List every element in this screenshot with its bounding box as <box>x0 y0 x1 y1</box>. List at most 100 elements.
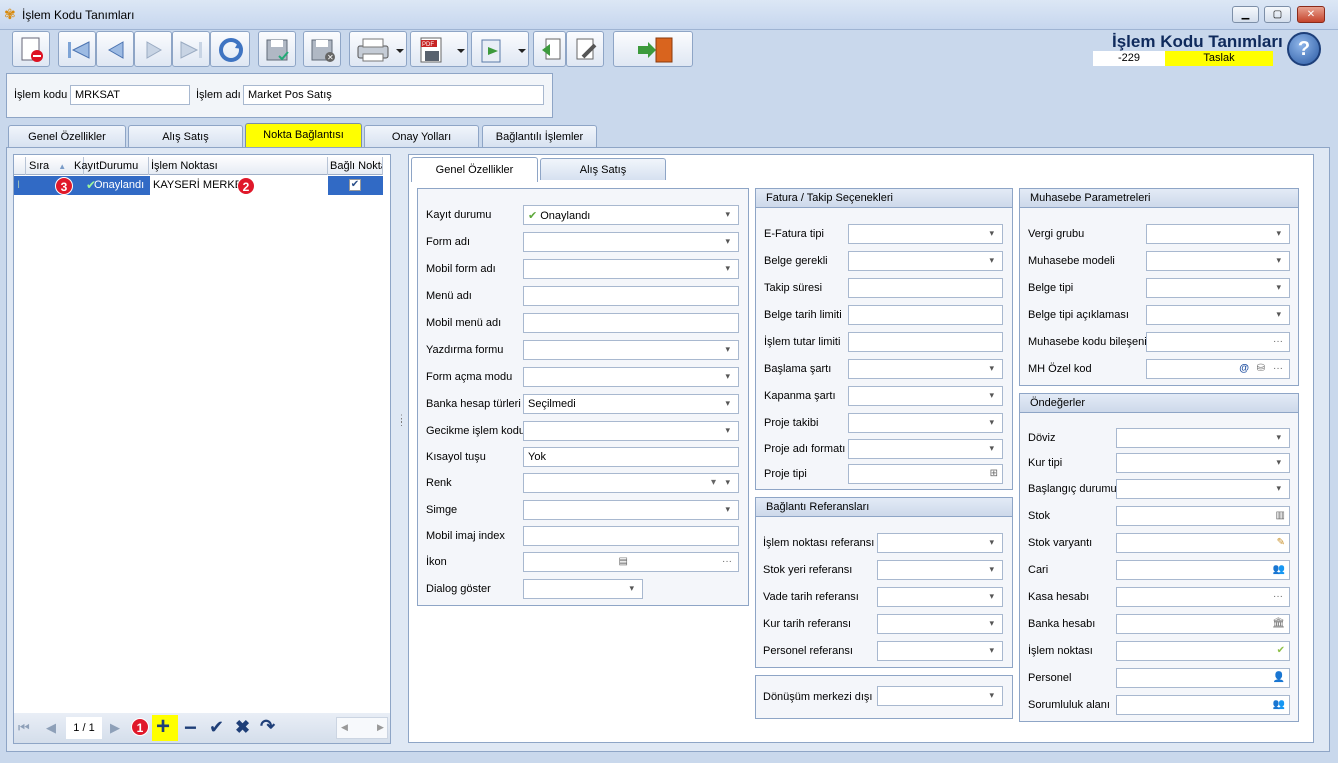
invoice-7-field[interactable] <box>848 413 1003 433</box>
maximize-button[interactable]: ▢ <box>1264 6 1291 23</box>
default-2-field[interactable] <box>1116 479 1290 499</box>
bank-account-types-field[interactable]: Seçilmedi <box>523 394 739 414</box>
tab-general[interactable]: Genel Özellikler <box>8 125 126 148</box>
invoice-2-field[interactable] <box>848 278 1003 298</box>
minimize-button[interactable]: ▁ <box>1232 6 1259 23</box>
accounting-0-field[interactable] <box>1146 224 1290 244</box>
linked-checkbox[interactable]: ✔ <box>349 179 361 191</box>
scroll-right-icon[interactable]: ▶ <box>377 722 384 733</box>
close-button[interactable]: ✕ <box>1297 6 1325 23</box>
ellipsis-icon[interactable]: ··· <box>1273 363 1283 374</box>
cancel-icon[interactable]: ✖ <box>235 717 250 738</box>
first-record-button[interactable] <box>58 31 96 67</box>
print-form-field[interactable] <box>523 340 739 360</box>
delay-operation-code-field[interactable] <box>523 421 739 441</box>
default-4-field[interactable]: ✎ <box>1116 533 1290 553</box>
import-button[interactable] <box>533 31 566 67</box>
barcode-icon[interactable]: ▥ <box>1276 510 1285 521</box>
ellipsis-icon[interactable]: ··· <box>722 556 732 567</box>
export-button[interactable] <box>471 31 529 67</box>
default-7-field[interactable]: 🏛 <box>1116 614 1290 634</box>
link-ref-4-field[interactable] <box>877 641 1003 661</box>
name-input[interactable]: Market Pos Satış <box>243 85 544 105</box>
pdf-export-button[interactable]: PDF <box>410 31 468 67</box>
form-name-field[interactable] <box>523 232 739 252</box>
default-1-field[interactable] <box>1116 453 1290 473</box>
default-5-field[interactable]: 👥 <box>1116 560 1290 580</box>
link-ref-0-field[interactable] <box>877 533 1003 553</box>
mobile-form-name-field[interactable] <box>523 259 739 279</box>
default-8-field[interactable]: ✔ <box>1116 641 1290 661</box>
default-0-field[interactable] <box>1116 428 1290 448</box>
shortcut-key-field[interactable]: Yok <box>523 447 739 467</box>
invoice-1-field[interactable] <box>848 251 1003 271</box>
default-6-field[interactable]: ··· <box>1116 587 1290 607</box>
color-field[interactable]: ▾ <box>523 473 739 493</box>
remove-record-icon[interactable]: − <box>184 715 197 741</box>
accounting-3-field[interactable] <box>1146 305 1290 325</box>
tab-linked-operations[interactable]: Bağlantılı İşlemler <box>482 125 597 148</box>
inner-tab-general[interactable]: Genel Özellikler <box>411 157 538 182</box>
save-button[interactable] <box>258 31 296 67</box>
person-icon[interactable]: 👤 <box>1273 672 1285 683</box>
last-record-button[interactable] <box>172 31 210 67</box>
column-bagli-nokta[interactable]: Bağlı Nokta <box>327 157 383 175</box>
menu-name-field[interactable] <box>523 286 739 306</box>
people-icon[interactable]: 👥 <box>1273 699 1285 710</box>
print-button[interactable] <box>349 31 407 67</box>
invoice-4-field[interactable] <box>848 332 1003 352</box>
code-input[interactable]: MRKSAT <box>70 85 190 105</box>
tab-purchase-sales[interactable]: Alış Satış <box>128 125 243 148</box>
variant-icon[interactable]: ✎ <box>1277 537 1285 548</box>
default-3-field[interactable]: ▥ <box>1116 506 1290 526</box>
chevron-down-icon[interactable]: ▾ <box>711 477 716 488</box>
icon-field[interactable]: ··· ▤ <box>523 552 739 572</box>
at-sign-icon[interactable]: @ <box>1239 363 1249 374</box>
mobile-image-index-field[interactable] <box>523 526 739 546</box>
bank-icon[interactable]: 🏛 <box>1272 618 1285 629</box>
database-icon[interactable]: ⛁ <box>1257 363 1265 374</box>
accounting-2-field[interactable] <box>1146 278 1290 298</box>
invoice-5-field[interactable] <box>848 359 1003 379</box>
accounting-5-field[interactable]: ··· @ ⛁ <box>1146 359 1290 379</box>
default-10-field[interactable]: 👥 <box>1116 695 1290 715</box>
ellipsis-icon[interactable]: ··· <box>1273 336 1283 347</box>
confirm-icon[interactable]: ✔ <box>209 717 224 738</box>
invoice-0-field[interactable] <box>848 224 1003 244</box>
tab-approval-paths[interactable]: Onay Yolları <box>364 125 479 148</box>
invoice-9-field[interactable]: ⊞ <box>848 464 1003 484</box>
inner-tab-purchase-sales[interactable]: Alış Satış <box>540 158 666 180</box>
ellipsis-icon[interactable]: ··· <box>1273 591 1283 602</box>
panel-splitter[interactable]: ⋮ ⋮ <box>396 154 406 744</box>
delete-record-button[interactable] <box>12 31 50 67</box>
default-9-field[interactable]: 👤 <box>1116 668 1290 688</box>
add-record-button[interactable]: + <box>152 713 178 741</box>
save-and-close-button[interactable]: ✕ <box>303 31 341 67</box>
accounting-1-field[interactable] <box>1146 251 1290 271</box>
conversion-select[interactable] <box>877 686 1003 706</box>
invoice-3-field[interactable] <box>848 305 1003 325</box>
redo-icon[interactable]: ↷ <box>260 716 275 737</box>
accounting-4-field[interactable]: ··· <box>1146 332 1290 352</box>
link-ref-3-field[interactable] <box>877 614 1003 634</box>
next-record-button[interactable] <box>134 31 172 67</box>
tab-point-link[interactable]: Nokta Bağlantısı <box>245 123 362 148</box>
people-icon[interactable]: 👥 <box>1273 564 1285 575</box>
mobile-menu-name-field[interactable] <box>523 313 739 333</box>
invoice-8-field[interactable] <box>848 439 1003 459</box>
nav-first-icon[interactable]: ⏮ <box>18 720 30 736</box>
nav-previous-icon[interactable]: ◀ <box>46 720 56 736</box>
horizontal-scrollbar[interactable]: ◀ ▶ <box>336 717 388 739</box>
check-icon[interactable]: ✔ <box>1277 645 1285 656</box>
refresh-button[interactable] <box>210 31 250 67</box>
tree-select-icon[interactable]: ⊞ <box>990 468 998 479</box>
column-islem-noktasi[interactable]: İşlem Noktası <box>148 157 328 175</box>
nav-next-icon[interactable]: ▶ <box>110 720 120 736</box>
link-ref-1-field[interactable] <box>877 560 1003 580</box>
dialog-show-field[interactable] <box>523 579 643 599</box>
tools-button[interactable] <box>566 31 604 67</box>
symbol-field[interactable] <box>523 500 739 520</box>
scroll-left-icon[interactable]: ◀ <box>341 722 348 733</box>
help-button[interactable]: ? <box>1287 32 1321 66</box>
column-kayit-durumu[interactable]: KayıtDurumu <box>71 157 149 175</box>
